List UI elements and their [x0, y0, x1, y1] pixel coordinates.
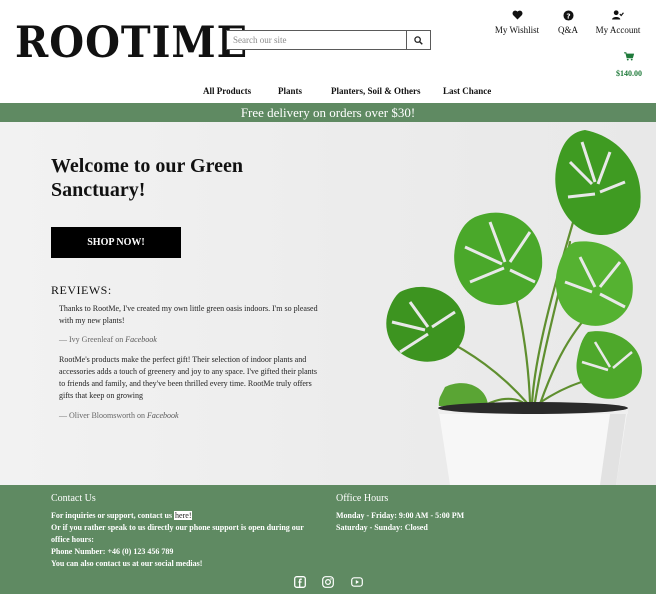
promo-banner: Free delivery on orders over $30! [0, 103, 656, 122]
contact-phone-number: Phone Number: +46 (0) 123 456 789 [51, 547, 174, 556]
contact-phone-note: Or if you rather speak to us directly ou… [51, 523, 304, 544]
search-button[interactable] [406, 30, 431, 50]
nav-all-products[interactable]: All Products [203, 86, 251, 96]
office-hours-weekdays: Monday - Friday: 9:00 AM - 5:00 PM [336, 511, 465, 520]
nav-plants[interactable]: Plants [278, 86, 302, 96]
review-text: RootMe's products make the perfect gift!… [59, 355, 318, 400]
contact-line-text: For inquiries or support, contact us [51, 511, 175, 520]
main-nav: All Products Plants Planters, Soil & Oth… [0, 86, 656, 98]
cart-link[interactable]: $140.00 [614, 48, 644, 78]
review-text: Thanks to RootMe, I've created my own li… [59, 304, 318, 325]
review-author: — Ivy Greenleaf on [59, 335, 126, 344]
office-hours-heading: Office Hours [336, 493, 389, 504]
contact-line: For inquiries or support, contact us her… [51, 510, 321, 522]
cart-total: $140.00 [616, 69, 642, 78]
svg-text:?: ? [566, 11, 570, 20]
instagram-icon[interactable] [322, 576, 334, 588]
account-label: My Account [595, 25, 641, 35]
logo-text: ROOTIME [15, 16, 249, 68]
review-source-link[interactable]: Facebook [125, 335, 157, 344]
review-attribution: — Oliver Bloomsworth on Facebook [59, 411, 179, 420]
review-source-link[interactable]: Facebook [147, 411, 179, 420]
review-attribution: — Ivy Greenleaf on Facebook [59, 335, 157, 344]
site-footer: Contact Us For inquiries or support, con… [0, 485, 656, 594]
search-input[interactable] [226, 30, 406, 50]
contact-social-note: You can also contact us at our social me… [51, 559, 203, 568]
site-logo[interactable]: ROOTIME [15, 17, 247, 67]
account-link[interactable]: My Account [595, 8, 641, 35]
contact-heading: Contact Us [51, 493, 96, 504]
question-circle-icon: ? [562, 8, 574, 22]
hero-section: Welcome to our Green Sanctuary! SHOP NOW… [0, 122, 656, 485]
heart-icon [512, 8, 523, 22]
nav-last-chance[interactable]: Last Chance [443, 86, 491, 96]
user-check-icon [612, 8, 624, 22]
qa-label: Q&A [558, 25, 578, 35]
search-bar [226, 30, 431, 50]
reviews-heading: REVIEWS: [51, 283, 112, 297]
qa-link[interactable]: ? Q&A [557, 8, 579, 35]
wishlist-label: My Wishlist [494, 25, 540, 35]
shop-now-button[interactable]: SHOP NOW! [51, 227, 181, 258]
shopping-cart-icon [624, 48, 635, 66]
hero-title: Welcome to our Green Sanctuary! [51, 155, 243, 201]
search-icon [414, 35, 423, 45]
review-author: — Oliver Bloomsworth on [59, 411, 147, 420]
office-hours-weekend: Saturday - Sunday: Closed [336, 523, 428, 532]
site-header: ROOTIME My Wishlist ? Q&A My Account [0, 0, 656, 103]
youtube-icon[interactable] [351, 576, 363, 588]
monstera-plant-image [386, 130, 642, 485]
wishlist-link[interactable]: My Wishlist [494, 8, 540, 35]
facebook-icon[interactable] [294, 576, 306, 588]
nav-planters-soil-others[interactable]: Planters, Soil & Others [331, 86, 421, 96]
contact-here-link[interactable]: here! [174, 511, 193, 520]
promo-banner-text: Free delivery on orders over $30! [240, 105, 416, 120]
